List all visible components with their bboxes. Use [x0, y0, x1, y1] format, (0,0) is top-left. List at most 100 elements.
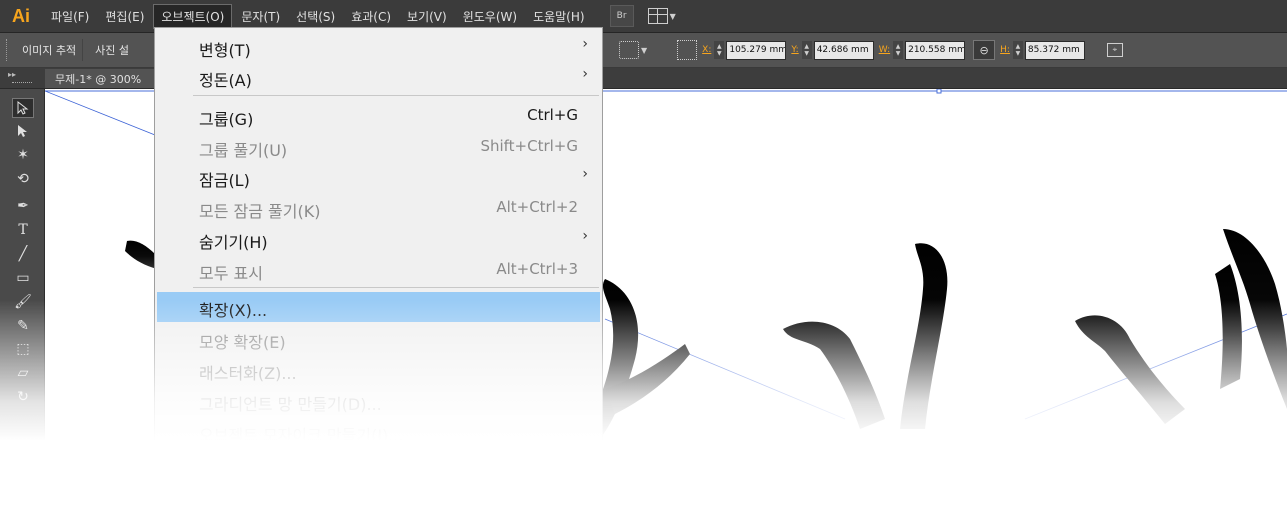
lasso-tool-icon[interactable]: ⟲ — [12, 169, 34, 189]
w-stepper[interactable]: ▲ ▼ — [893, 41, 904, 59]
chevron-right-icon: › — [582, 166, 588, 182]
tools-panel: ✶ ⟲ ✒ T ╱ ▭ 🖌 ✎ ⬚ ▱ ↻ — [0, 89, 45, 527]
menu-item-shortcut: Shift+Ctrl+G — [480, 137, 578, 155]
menu-edit[interactable]: 편집(E) — [98, 5, 151, 28]
menu-item-label: 잠금(L) — [199, 171, 250, 190]
blob-brush-tool-icon[interactable]: ⬚ — [12, 339, 34, 359]
x-stepper[interactable]: ▲ ▼ — [714, 41, 725, 59]
menu-item-shortcut: Alt+Ctrl+2 — [496, 198, 578, 216]
paintbrush-tool-icon[interactable]: 🖌 — [12, 292, 34, 312]
menu-item-group[interactable]: 그룹(G) Ctrl+G — [157, 101, 600, 131]
h-input[interactable]: 85.372 mm — [1024, 40, 1085, 60]
menu-view[interactable]: 보기(V) — [400, 5, 454, 28]
y-field: Y: ▲ ▼ 42.686 mm — [791, 40, 874, 60]
toolbox-header[interactable]: ▸▸ — [0, 68, 44, 88]
x-label: X: — [702, 45, 712, 55]
menu-item-label: 래스터화(Z)... — [199, 364, 297, 383]
rotate-tool-icon[interactable]: ↻ — [12, 387, 34, 407]
chevron-right-icon: › — [582, 36, 588, 52]
menu-help[interactable]: 도움말(H) — [526, 5, 592, 28]
menu-item-label: 모두 표시 — [199, 264, 263, 283]
brush-stroke — [900, 243, 948, 429]
w-input[interactable]: 210.558 mm — [905, 40, 966, 60]
menu-item-label: 그라디언트 망 만들기(D)... — [199, 395, 382, 414]
menu-item-expand[interactable]: 확장(X)... — [157, 292, 600, 322]
menu-item-expand-appearance[interactable]: 모양 확장(E) — [157, 324, 600, 354]
workspace-grid-icon — [647, 8, 668, 24]
rectangle-tool-icon[interactable]: ▭ — [12, 268, 34, 288]
transform-icon[interactable]: ⌖ — [1106, 43, 1123, 57]
menu-item-transform[interactable]: 변형(T) › — [157, 32, 600, 62]
menu-item-label: 숨기기(H) — [199, 233, 268, 252]
object-menu-dropdown: 변형(T) › 정돈(A) › 그룹(G) Ctrl+G 그룹 풀기(U) Sh… — [154, 27, 603, 457]
menu-item-ungroup[interactable]: 그룹 풀기(U) Shift+Ctrl+G — [157, 132, 600, 162]
brush-stroke — [783, 321, 885, 429]
selection-tool-icon[interactable] — [12, 98, 34, 118]
trace-preset-select[interactable]: 사진 설 — [89, 39, 135, 61]
brush-stroke — [1215, 264, 1242, 389]
menu-file[interactable]: 파일(F) — [44, 5, 96, 28]
y-stepper[interactable]: ▲ ▼ — [801, 41, 812, 59]
line-tool-icon[interactable]: ╱ — [12, 244, 34, 264]
illustrator-window: Ai 파일(F) 편집(E) 오브젝트(O) 문자(T) 선택(S) 효과(C)… — [0, 0, 1287, 527]
collapse-icon[interactable]: ▸▸ — [8, 70, 16, 79]
x-input[interactable]: 105.279 mm — [726, 40, 787, 60]
menu-item-create-object-mosaic[interactable]: 오브젝트 모자이크 만들기(J)... — [157, 417, 600, 447]
menu-item-label: 그룹 풀기(U) — [199, 141, 288, 160]
menu-item-create-gradient-mesh[interactable]: 그라디언트 망 만들기(D)... — [157, 386, 600, 416]
menu-item-label: 모양 확장(E) — [199, 333, 286, 352]
menu-effect[interactable]: 효과(C) — [344, 5, 398, 28]
app-logo: Ai — [12, 5, 30, 26]
menu-object[interactable]: 오브젝트(O) — [153, 3, 233, 29]
eraser-tool-icon[interactable]: ▱ — [12, 363, 34, 383]
menu-item-label: 모든 잠금 풀기(K) — [199, 202, 321, 221]
menu-select[interactable]: 선택(S) — [289, 5, 342, 28]
bounding-box-handle[interactable] — [936, 89, 942, 94]
pen-tool-icon[interactable]: ✒ — [12, 196, 34, 216]
toolbox-grip[interactable] — [12, 82, 32, 83]
h-stepper[interactable]: ▲ ▼ — [1012, 41, 1023, 59]
menu-window[interactable]: 윈도우(W) — [456, 5, 524, 28]
document-tab[interactable]: 무제-1* @ 300% — [45, 69, 155, 88]
workspace-switcher[interactable]: ▼ — [647, 8, 676, 24]
pencil-tool-icon[interactable]: ✎ — [12, 316, 34, 336]
chevron-right-icon: › — [582, 66, 588, 82]
transform-controls: ▼ X: ▲ ▼ 105.279 mm Y: ▲ ▼ 42.686 mm W: ▲ ▼… — [605, 33, 1123, 67]
y-label: Y: — [791, 45, 799, 55]
menu-item-lock[interactable]: 잠금(L) › — [157, 162, 600, 192]
chevron-down-icon: ▼ — [669, 11, 676, 21]
align-icon[interactable] — [619, 41, 639, 59]
h-label: H: — [1000, 45, 1010, 55]
w-label: W: — [878, 45, 891, 55]
menu-item-shortcut: Ctrl+G — [527, 106, 578, 124]
magic-wand-tool-icon[interactable]: ✶ — [12, 145, 34, 165]
bridge-button[interactable]: Br — [609, 5, 634, 27]
menu-item-unlock-all[interactable]: 모든 잠금 풀기(K) Alt+Ctrl+2 — [157, 193, 600, 223]
w-field: W: ▲ ▼ 210.558 mm — [878, 40, 966, 60]
h-field: H: ▲ ▼ 85.372 mm — [1000, 40, 1085, 60]
menu-item-label: 변형(T) — [199, 41, 251, 60]
menu-item-label: 확장(X)... — [199, 301, 268, 320]
menu-item-hide[interactable]: 숨기기(H) › — [157, 224, 600, 254]
menu-item-shortcut: Alt+Ctrl+3 — [496, 260, 578, 278]
panel-grip[interactable] — [6, 39, 10, 61]
menu-item-show-all[interactable]: 모두 표시 Alt+Ctrl+3 — [157, 255, 600, 285]
menu-separator — [193, 287, 599, 288]
menu-item-label: 정돈(A) — [199, 71, 252, 90]
reference-point-icon[interactable] — [677, 40, 698, 60]
path-line — [45, 90, 156, 136]
chain-link-icon[interactable]: ⊖ — [973, 40, 996, 60]
type-tool-icon[interactable]: T — [12, 220, 34, 240]
menu-separator — [193, 95, 599, 96]
x-field: X: ▲ ▼ 105.279 mm — [702, 40, 787, 60]
direct-selection-tool-icon[interactable] — [12, 121, 34, 141]
brush-stroke — [1075, 315, 1185, 424]
image-trace-button[interactable]: 이미지 추적 — [16, 39, 84, 61]
menu-type[interactable]: 문자(T) — [234, 5, 287, 28]
y-input[interactable]: 42.686 mm — [813, 40, 874, 60]
chevron-right-icon: › — [582, 228, 588, 244]
menu-item-arrange[interactable]: 정돈(A) › — [157, 62, 600, 92]
menu-item-rasterize[interactable]: 래스터화(Z)... — [157, 355, 600, 385]
menu-item-label: 그룹(G) — [199, 110, 254, 129]
chevron-down-icon: ▼ — [641, 45, 648, 55]
